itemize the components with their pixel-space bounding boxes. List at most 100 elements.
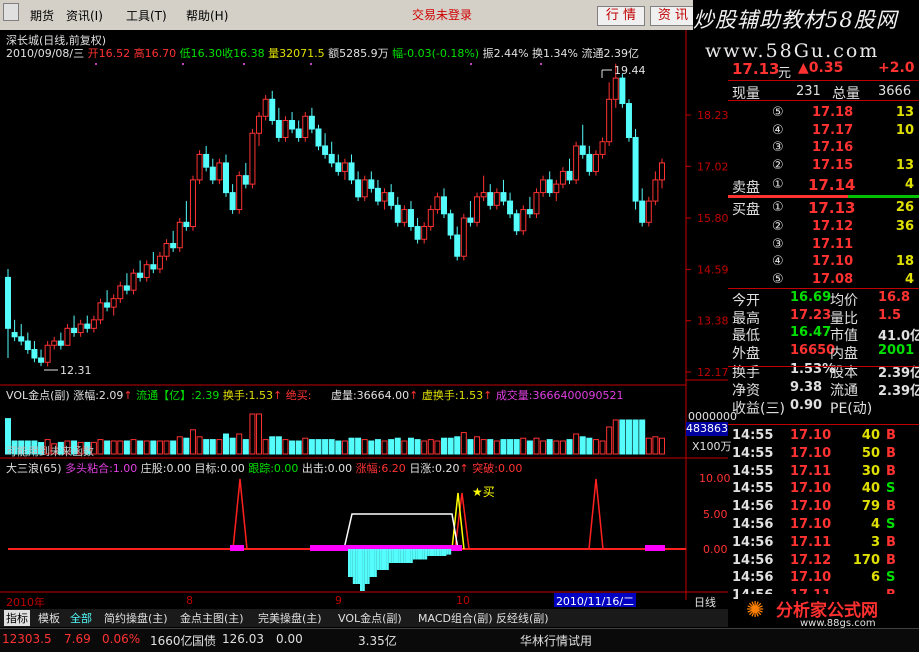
tick-side: B: [886, 534, 896, 550]
volume-bar: [513, 439, 520, 455]
candle-body: [289, 120, 296, 130]
dsl-cyan-bar: [446, 549, 449, 555]
stat-value: 2.39亿: [878, 384, 919, 399]
volume-bars: [5, 413, 665, 455]
candle-body: [315, 128, 322, 147]
dsl-cyan-bar: [348, 549, 351, 577]
book-volume: 18: [895, 254, 914, 269]
candle-body: [143, 264, 150, 278]
volume-bar: [394, 437, 401, 455]
candle-body: [639, 200, 646, 223]
dsl-cyan-bar: [434, 549, 437, 556]
candle-body: [38, 357, 45, 363]
book-price[interactable]: 17.10: [812, 254, 853, 269]
dsl-cyan-bar: [415, 549, 418, 560]
candle-body: [31, 349, 38, 359]
candle-body: [447, 213, 454, 236]
best-bid-price[interactable]: 17.13: [808, 199, 855, 217]
price-tick-label: 14.59: [697, 263, 728, 276]
dsl-tp: 突破:0.00: [472, 462, 523, 475]
volume-bar: [414, 439, 421, 455]
best-ask-price[interactable]: 17.14: [808, 176, 855, 194]
menu-tools[interactable]: 工具(T): [126, 7, 167, 24]
volume-bar: [361, 439, 368, 455]
last-price: 17.13: [732, 60, 780, 78]
volume-bar: [540, 440, 547, 455]
dsl-tick-0: 0.00: [703, 543, 728, 556]
stat-value: 41.0亿: [878, 329, 919, 345]
indicator-tab[interactable]: 全部: [70, 610, 92, 626]
book-price[interactable]: 17.11: [812, 237, 853, 252]
volume-bar: [553, 440, 560, 455]
volume-bar: [130, 439, 137, 455]
candlestick-series: [5, 63, 665, 371]
price-tick-label: 13.38: [697, 315, 728, 328]
book-price[interactable]: 17.18: [812, 105, 853, 120]
menu-help[interactable]: 帮助(H): [186, 7, 228, 24]
candle-body: [90, 319, 97, 329]
candle-body: [256, 115, 263, 134]
indicator-tab[interactable]: 简约操盘(主): [104, 610, 168, 626]
dsl-cyan-bar: [386, 549, 389, 570]
tick-side: S: [886, 481, 896, 497]
book-price[interactable]: 17.15: [812, 158, 853, 173]
volume-bar: [427, 439, 434, 455]
volume-bar: [209, 439, 216, 455]
book-price[interactable]: 17.08: [812, 272, 853, 287]
volume-bar: [368, 440, 375, 455]
stat-value: 16650: [790, 342, 836, 358]
volume-bar: [355, 437, 362, 455]
indicator-tab[interactable]: MACD组合(副): [418, 610, 493, 626]
stat-value: 1.53%: [790, 362, 836, 378]
candle-body: [335, 162, 342, 172]
tick-volume: 6: [870, 570, 880, 586]
book-price[interactable]: 17.12: [812, 219, 853, 234]
volume-bar: [282, 439, 289, 455]
vol-float: 流通【亿】:2.39: [136, 389, 220, 402]
menu-news[interactable]: 资讯(I): [66, 7, 103, 24]
stat-label: 收益(三): [732, 400, 785, 417]
volume-bar: [606, 426, 613, 455]
volume-bar: [249, 413, 256, 455]
tick-price: 17.10: [790, 517, 832, 532]
index-ticker: 12303.5 7.69 0.06% 1660亿 国债 126.03 0.00 …: [0, 628, 919, 652]
menu-futures[interactable]: 期货: [30, 7, 54, 24]
quote-button[interactable]: 行 情: [597, 6, 645, 26]
vol-cjl: 成交量:3666400090521: [495, 389, 624, 402]
system-icon[interactable]: [3, 3, 19, 21]
vol-turnover: 换手:1.53: [222, 389, 274, 402]
indicator-tab[interactable]: 金点主图(主): [180, 610, 244, 626]
book-price[interactable]: 17.17: [812, 123, 853, 138]
indicator-tab[interactable]: VOL金点(副): [338, 610, 402, 626]
candle-body: [97, 302, 104, 321]
future-func-note: 可能用到未来函数: [6, 445, 94, 458]
dsl-cyan-bar: [381, 549, 384, 570]
close-value: 16.38: [233, 47, 265, 60]
dsl-cj: 出击:0.00: [301, 462, 353, 475]
candle-body: [282, 120, 289, 138]
book-volume: 26: [895, 200, 914, 215]
candle-body: [454, 234, 461, 257]
indicator-tab[interactable]: 完美操盘(主): [258, 610, 322, 626]
tick-time: 14:55: [732, 428, 774, 443]
chg-label: 幅: [392, 47, 404, 60]
volume-bar: [256, 413, 263, 455]
candle-body: [645, 200, 652, 223]
news-button[interactable]: 资 讯: [650, 6, 696, 26]
candle-body: [573, 145, 580, 181]
volume-bar: [639, 419, 646, 455]
tick-volume: 79: [861, 499, 880, 515]
indicator-tab[interactable]: 模板: [38, 610, 60, 626]
dsl-cyan-bar: [393, 549, 396, 563]
indicator-tab[interactable]: 反经线(副): [496, 610, 549, 626]
indicator-tab[interactable]: 指标: [4, 610, 30, 626]
period-label[interactable]: 日线: [694, 594, 716, 610]
price-change-pct: +2.0: [878, 60, 915, 76]
price-axis: 18.23 17.02 15.80 14.59 13.38 12.17: [686, 109, 728, 379]
chart-area[interactable]: 18.23 17.02 15.80 14.59 13.38 12.17: [0, 30, 728, 610]
dsl-cyan-bar: [441, 549, 444, 556]
dsl-cyan-bar: [422, 549, 425, 560]
book-price[interactable]: 17.16: [812, 140, 853, 155]
volume-bar: [374, 439, 381, 455]
high-value: 16.70: [144, 47, 177, 60]
